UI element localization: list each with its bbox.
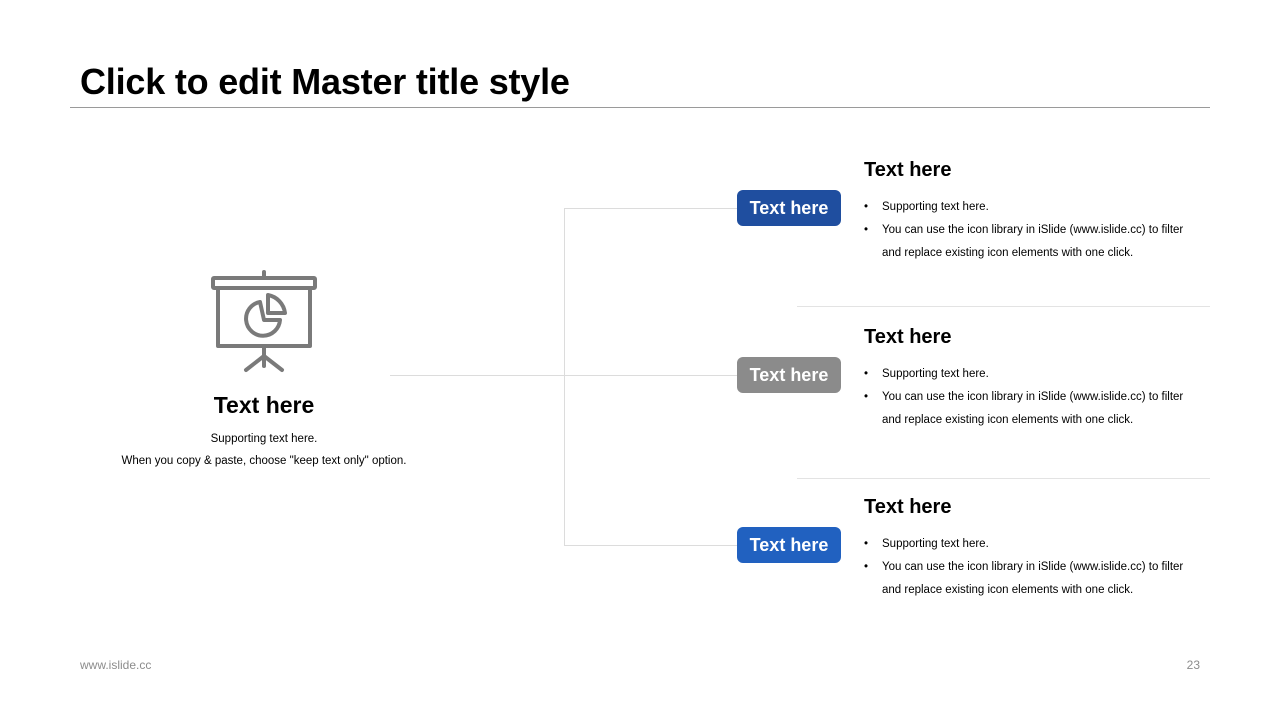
bullet-text[interactable]: Supporting text here. <box>882 368 989 380</box>
bullet-item: • You can use the icon library in iSlide … <box>864 224 1184 259</box>
bullet-item: • You can use the icon library in iSlide … <box>864 391 1184 426</box>
left-heading[interactable]: Text here <box>114 390 414 420</box>
item-bullets-1: • Supporting text here. • You can use the … <box>864 196 1204 265</box>
item-pill-2[interactable]: Text here <box>737 357 841 393</box>
item-divider <box>797 306 1210 307</box>
connector-top <box>564 208 737 209</box>
footer-website: www.islide.cc <box>80 658 152 672</box>
item-pill-3[interactable]: Text here <box>737 527 841 563</box>
slide-title[interactable]: Click to edit Master title style <box>80 60 570 104</box>
bullet-item: • Supporting text here. <box>864 538 989 550</box>
item-bullets-3: • Supporting text here. • You can use the … <box>864 533 1204 602</box>
connector-vertical <box>564 208 565 546</box>
left-copy-paste-note[interactable]: When you copy & paste, choose "keep text… <box>64 454 464 469</box>
bullet-text[interactable]: You can use the icon library in iSlide (… <box>882 224 1183 259</box>
item-pill-1[interactable]: Text here <box>737 190 841 226</box>
bullet-item: • Supporting text here. <box>864 201 989 213</box>
item-heading-3[interactable]: Text here <box>864 494 951 520</box>
bullet-item: • Supporting text here. <box>864 368 989 380</box>
bullet-text[interactable]: You can use the icon library in iSlide (… <box>882 561 1183 596</box>
item-heading-2[interactable]: Text here <box>864 324 951 350</box>
item-divider <box>797 478 1210 479</box>
item-bullets-2: • Supporting text here. • You can use the … <box>864 363 1204 432</box>
page-number: 23 <box>1186 658 1200 672</box>
bullet-item: • You can use the icon library in iSlide … <box>864 561 1184 596</box>
left-supporting-text[interactable]: Supporting text here. <box>64 432 464 447</box>
presentation-board-pie-chart-icon <box>211 270 317 372</box>
bullet-text[interactable]: Supporting text here. <box>882 538 989 550</box>
item-heading-1[interactable]: Text here <box>864 157 951 183</box>
title-underline <box>70 107 1210 108</box>
bullet-text[interactable]: You can use the icon library in iSlide (… <box>882 391 1183 426</box>
bullet-text[interactable]: Supporting text here. <box>882 201 989 213</box>
connector-bottom <box>564 545 737 546</box>
